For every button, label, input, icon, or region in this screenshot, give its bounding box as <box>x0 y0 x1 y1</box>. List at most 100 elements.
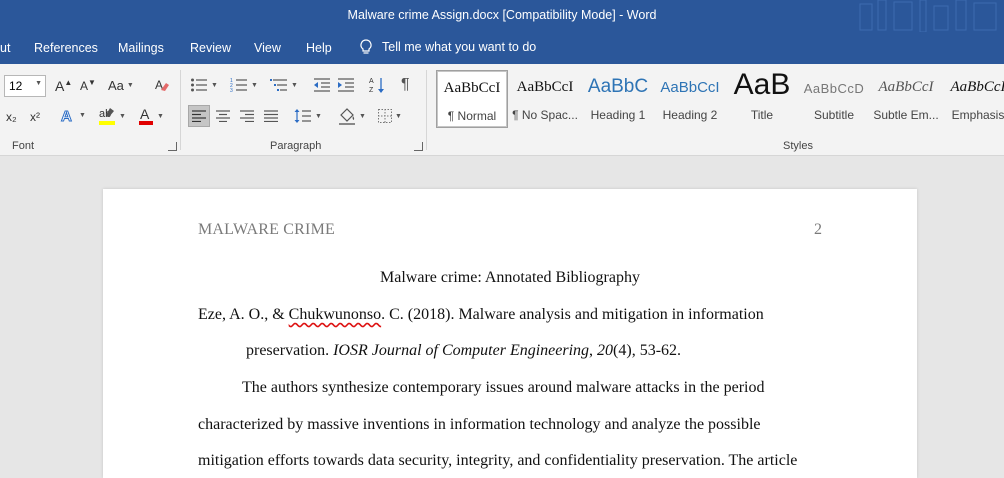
tab-help[interactable]: Help <box>306 41 332 55</box>
body-line-3: mitigation efforts towards data security… <box>198 452 798 469</box>
chevron-down-icon: ▼ <box>119 112 126 120</box>
highlighter-icon: ab <box>99 108 115 125</box>
style-heading-2[interactable]: AaBbCcI Heading 2 <box>654 70 726 128</box>
decrease-indent-button[interactable] <box>313 77 331 93</box>
chevron-down-icon: ▼ <box>359 112 366 120</box>
style-name: Subtle Em... <box>873 108 939 122</box>
align-right-button[interactable] <box>240 110 254 122</box>
font-color-swatch <box>139 121 153 125</box>
borders-icon <box>378 109 392 123</box>
subscript-button[interactable]: x₂ <box>6 110 17 124</box>
bullets-button[interactable]: ▼ <box>190 77 218 93</box>
style-subtle-emphasis[interactable]: AaBbCcI Subtle Em... <box>870 70 942 128</box>
text-effects-button[interactable]: A ▼ <box>60 107 86 124</box>
highlight-color-button[interactable]: ab ▼ <box>98 106 126 126</box>
ref-pages: (4), 53-62. <box>613 342 682 359</box>
tab-references[interactable]: References <box>34 41 98 55</box>
style-normal[interactable]: AaBbCcI ¶ Normal <box>436 70 508 128</box>
bullets-icon <box>191 78 207 92</box>
lightbulb-icon <box>360 39 372 54</box>
ref-volume: 20 <box>597 342 614 359</box>
numbering-button[interactable]: 123 ▼ <box>230 77 258 93</box>
ref-journal: IOSR Journal of Computer Engineering <box>333 342 590 359</box>
ribbon-tabs: ut References Mailings Review View Help … <box>0 32 1004 64</box>
svg-text:Z: Z <box>369 87 374 94</box>
paragraph-group-label: Paragraph <box>270 140 322 152</box>
chevron-down-icon: ▼ <box>35 80 42 87</box>
line-spacing-icon <box>294 109 311 123</box>
chevron-down-icon: ▼ <box>251 81 258 89</box>
style-no-spacing[interactable]: AaBbCcI ¶ No Spac... <box>509 70 581 128</box>
style-subtitle[interactable]: AaBbCcD Subtitle <box>798 70 870 128</box>
align-center-icon <box>216 110 230 122</box>
title-bar: Malware crime Assign.docx [Compatibility… <box>0 0 1004 32</box>
justify-icon <box>264 110 278 122</box>
style-sample: AaB <box>733 68 791 101</box>
pilcrow-icon[interactable]: ¶ <box>401 76 410 94</box>
tab-review[interactable]: Review <box>190 41 231 55</box>
styles-group-label: Styles <box>783 140 813 152</box>
style-name: Heading 1 <box>590 108 646 122</box>
multilevel-list-button[interactable]: ▼ <box>270 77 298 93</box>
sort-icon: AZ <box>369 78 384 94</box>
style-sample: AaBbCcI <box>878 79 934 95</box>
align-left-icon <box>192 110 206 122</box>
reference-line-1: Eze, A. O., & Chukwunonso. C. (2018). Ma… <box>198 306 764 324</box>
tab-layout[interactable]: ut <box>0 41 10 55</box>
justify-button[interactable] <box>264 110 278 122</box>
align-left-button[interactable] <box>188 105 210 127</box>
text-effects-icon: A <box>61 108 73 124</box>
tell-me-search[interactable]: Tell me what you want to do <box>360 39 536 55</box>
decrease-indent-icon <box>314 78 330 92</box>
multilevel-list-icon <box>270 79 287 91</box>
svg-text:A: A <box>61 108 72 123</box>
tell-me-label: Tell me what you want to do <box>382 40 537 54</box>
shrink-font-button[interactable]: A ▼ <box>80 78 96 94</box>
align-center-button[interactable] <box>216 110 230 122</box>
eraser-icon: A <box>155 78 169 92</box>
clear-formatting-button[interactable]: A <box>154 77 170 93</box>
increase-indent-icon <box>338 78 354 92</box>
chevron-down-icon: ▼ <box>291 81 298 89</box>
styles-gallery: AaBbCcI ¶ Normal AaBbCcI ¶ No Spac... Aa… <box>436 68 1004 132</box>
style-sample: AaBbC <box>587 76 649 97</box>
line-spacing-button[interactable]: ▼ <box>294 108 322 124</box>
tab-mailings[interactable]: Mailings <box>118 41 164 55</box>
superscript-label: x² <box>30 110 40 124</box>
running-head: MALWARE CRIME <box>198 221 335 238</box>
change-case-button[interactable]: Aa ▼ <box>108 78 134 93</box>
svg-text:A: A <box>140 106 150 122</box>
ref-authors: Eze, A. O., & <box>198 306 289 323</box>
style-heading-1[interactable]: AaBbC Heading 1 <box>582 70 654 128</box>
group-divider <box>426 70 427 150</box>
font-group-label: Font <box>12 140 35 152</box>
font-color-button[interactable]: A ▼ <box>138 106 164 126</box>
title-bar-decoration <box>859 0 997 32</box>
shading-button[interactable]: ▼ <box>338 107 366 125</box>
paragraph-dialog-launcher-icon[interactable] <box>414 142 423 151</box>
font-dialog-launcher-icon[interactable] <box>168 142 177 151</box>
increase-indent-button[interactable] <box>337 77 355 93</box>
tab-view[interactable]: View <box>254 41 281 55</box>
highlight-color-swatch <box>99 121 115 125</box>
reference-line-2: preservation. IOSR Journal of Computer E… <box>246 342 681 360</box>
grow-font-button[interactable]: A ▲ <box>55 78 72 95</box>
style-name: Title <box>750 108 774 122</box>
style-emphasis[interactable]: AaBbCcI Emphasis <box>942 70 1004 128</box>
style-title[interactable]: AaB Title <box>726 68 798 128</box>
body-line-2: characterized by massive inventions in i… <box>198 416 761 433</box>
document-page[interactable]: MALWARE CRIME 2 Malware crime: Annotated… <box>103 189 917 478</box>
chevron-down-icon: ▼ <box>315 112 322 120</box>
font-size-box[interactable]: 12 ▼ <box>4 75 46 97</box>
svg-text:3: 3 <box>230 88 233 93</box>
borders-button[interactable]: ▼ <box>378 109 402 123</box>
misspelled-word[interactable]: Chukwunonso <box>289 306 381 323</box>
style-sample: AaBbCcI <box>660 79 720 96</box>
group-divider <box>180 70 181 150</box>
superscript-button[interactable]: x² <box>30 110 40 124</box>
page-number: 2 <box>814 221 822 238</box>
style-sample: AaBbCcD <box>803 81 865 96</box>
sort-button[interactable]: AZ <box>369 76 385 94</box>
style-name: ¶ Normal <box>447 109 497 123</box>
ref-title-end: preservation. <box>246 342 334 359</box>
